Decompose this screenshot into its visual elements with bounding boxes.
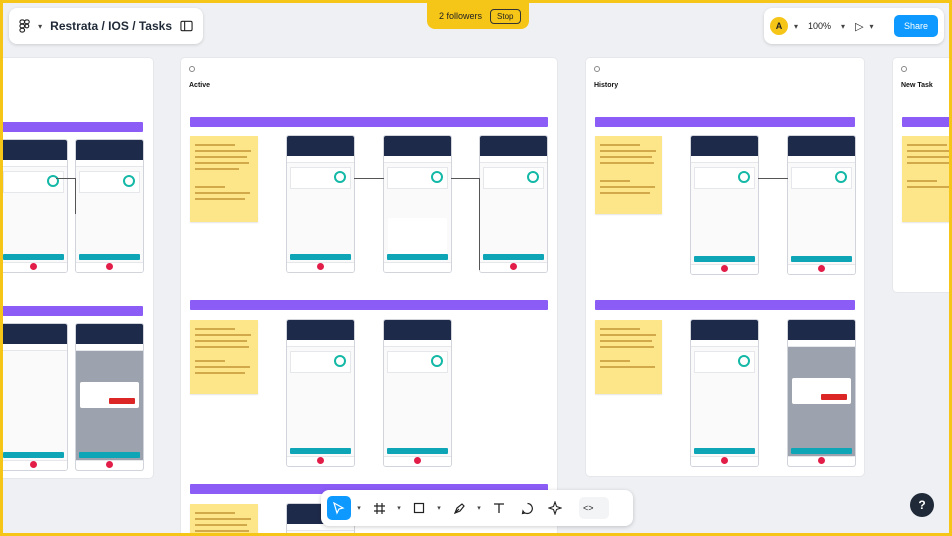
board-active[interactable]: Active [181,58,557,536]
frame-icon [901,66,907,72]
flow-bar [0,122,143,132]
flow-bar [595,300,855,310]
board-title: Active [189,82,211,89]
board-partial-left[interactable] [0,58,153,478]
flow-arrow [56,178,76,214]
chevron-down-icon[interactable]: ▾ [794,22,798,31]
phone-mockup-dialog [788,320,855,466]
board-title: History [594,82,619,89]
sticky-note [595,320,662,394]
pen-tool-icon[interactable] [447,496,471,520]
sticky-note [595,136,662,214]
chevron-down-icon[interactable]: ▾ [841,22,845,31]
design-canvas[interactable]: Active History New Task [0,0,952,536]
actions-tool-icon[interactable] [543,496,567,520]
followers-banner: 2 followers Stop [427,3,529,29]
chevron-down-icon[interactable]: ▾ [355,504,363,512]
help-button[interactable]: ? [910,493,934,517]
play-icon[interactable]: ▷ [855,20,863,33]
chevron-down-icon[interactable]: ▾ [38,22,42,31]
phone-mockup [480,136,547,272]
zoom-level[interactable]: 100% [804,21,835,31]
phone-mockup [0,324,67,470]
flow-bar [902,117,952,127]
sticky-note [190,136,258,222]
chevron-down-icon[interactable]: ▾ [395,504,403,512]
phone-mockup [788,136,855,274]
dev-mode-toggle[interactable]: <> [579,497,609,519]
sticky-note [902,136,952,222]
frame-icon [189,66,195,72]
phone-mockup [691,320,758,466]
file-header: ▾ Restrata / IOS / Tasks [9,8,203,44]
board-new-task[interactable]: New Task [893,58,952,292]
flow-arrow [758,178,788,179]
phone-mockup [76,140,143,272]
comment-tool-icon[interactable] [515,496,539,520]
sticky-note [190,504,258,536]
flow-arrow [451,178,480,270]
flow-bar [190,300,548,310]
chevron-down-icon[interactable]: ▾ [435,504,443,512]
chevron-down-icon[interactable]: ▾ [475,504,483,512]
move-tool-icon[interactable] [327,496,351,520]
avatar[interactable]: A [770,17,788,35]
sticky-note [190,320,258,394]
breadcrumb[interactable]: Restrata / IOS / Tasks [50,19,172,33]
figma-menu-icon[interactable] [19,19,30,33]
bottom-toolbar: ▾ ▾ ▾ ▾ <> [321,490,633,526]
board-history[interactable]: History [586,58,864,476]
share-button[interactable]: Share [893,15,938,37]
flow-bar [190,117,548,127]
phone-mockup-dialog [76,324,143,470]
phone-mockup [384,320,451,466]
sidebar-toggle-icon[interactable] [180,20,193,32]
frame-tool-icon[interactable] [367,496,391,520]
code-icon: <> [583,503,594,513]
text-tool-icon[interactable] [487,496,511,520]
header-actions: A ▾ 100% ▾ ▷ ▾ Share [764,8,944,44]
stop-following-button[interactable]: Stop [490,8,521,24]
flow-bar [0,306,143,316]
phone-mockup [384,136,451,272]
flow-bar [595,117,855,127]
flow-arrow [354,178,384,179]
followers-label: 2 followers [439,11,483,21]
board-title: New Task [901,82,933,89]
phone-mockup [287,320,354,466]
phone-mockup [691,136,758,274]
chevron-down-icon[interactable]: ▾ [870,22,874,31]
phone-mockup [287,136,354,272]
rectangle-tool-icon[interactable] [407,496,431,520]
frame-icon [594,66,600,72]
